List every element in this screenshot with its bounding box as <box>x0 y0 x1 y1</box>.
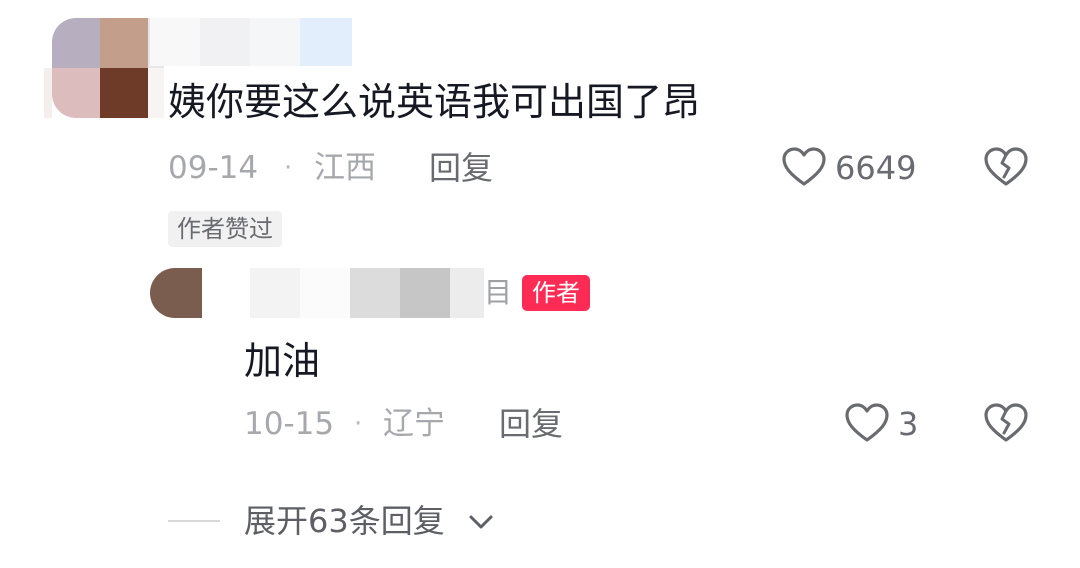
reply-username[interactable] <box>202 268 484 318</box>
reply-date: 10-15 <box>244 406 335 442</box>
comment-avatar[interactable] <box>44 18 164 118</box>
expand-replies-button[interactable]: 展开63条回复 <box>244 501 445 541</box>
like-count: 6649 <box>835 149 917 187</box>
dislike-broken-heart-icon[interactable] <box>983 402 1029 444</box>
reply-username-suffix: 目 <box>484 276 513 309</box>
comment-date: 09-14 <box>168 150 259 186</box>
like-heart-icon[interactable] <box>844 402 890 444</box>
reply-text: 加油 <box>244 339 321 383</box>
comment-text: 姨你要这么说英语我可出国了昂 <box>168 80 701 124</box>
comment-location: 江西 <box>314 150 376 186</box>
meta-separator: · <box>354 409 363 439</box>
meta-separator: · <box>284 153 293 183</box>
comment-username[interactable] <box>150 18 352 66</box>
reply-button[interactable]: 回复 <box>429 148 493 188</box>
chevron-down-icon[interactable] <box>467 508 495 536</box>
reply-location: 辽宁 <box>383 406 445 442</box>
liked-by-author-badge: 作者赞过 <box>168 211 282 247</box>
reply-avatar[interactable] <box>150 268 202 318</box>
reply-button[interactable]: 回复 <box>499 404 563 444</box>
author-badge: 作者 <box>522 275 590 311</box>
expand-divider <box>168 520 220 522</box>
like-heart-icon[interactable] <box>781 146 827 188</box>
like-count: 3 <box>898 405 919 443</box>
dislike-broken-heart-icon[interactable] <box>983 146 1029 188</box>
